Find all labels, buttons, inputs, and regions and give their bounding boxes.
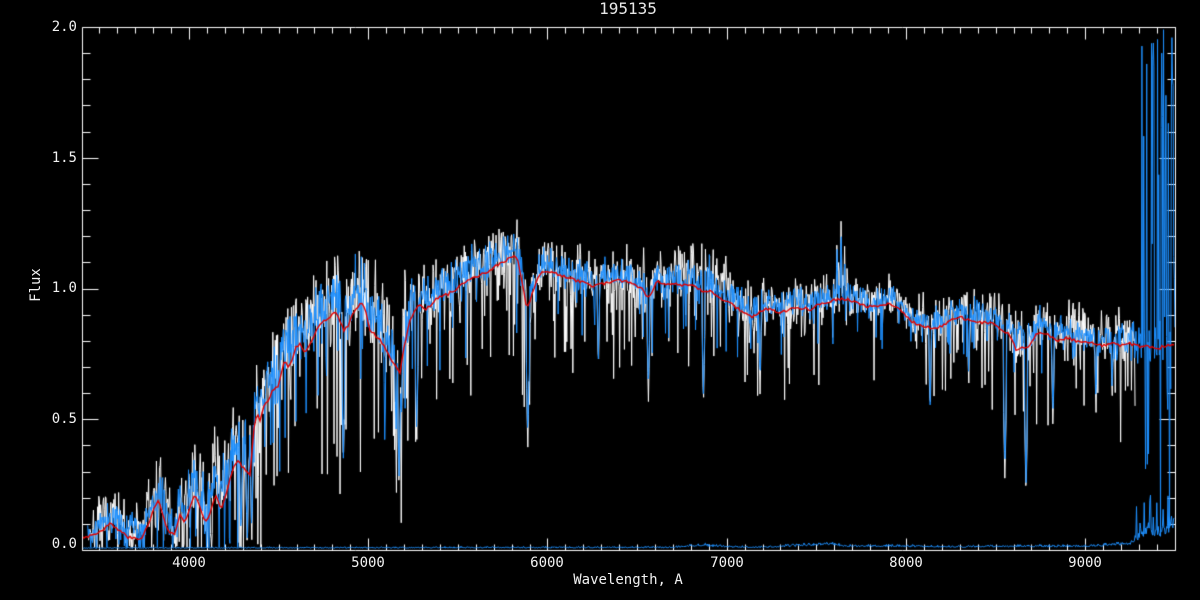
x-tick-label-6000: 6000 — [530, 555, 564, 571]
x-tick-label-8000: 8000 — [889, 555, 923, 571]
y-tick-label-0.0: 0.0 — [51, 536, 77, 552]
spectrum-chart: 195135 Flux Wavelength, A 2.0 1.5 1.0 0.… — [0, 0, 1200, 600]
x-axis-title: Wavelength, A — [573, 572, 683, 588]
y-tick-label-1.0: 1.0 — [51, 280, 77, 296]
x-tick-label-9000: 9000 — [1068, 555, 1102, 571]
x-tick-label-4000: 4000 — [172, 555, 206, 571]
x-tick-label-5000: 5000 — [351, 555, 385, 571]
plot-canvas — [0, 0, 1200, 600]
y-tick-label-1.5: 1.5 — [51, 150, 77, 166]
chart-title: 195135 — [599, 0, 657, 18]
y-tick-label-2.0: 2.0 — [51, 19, 77, 35]
x-tick-label-7000: 7000 — [710, 555, 744, 571]
y-tick-label-0.5: 0.5 — [51, 411, 77, 427]
